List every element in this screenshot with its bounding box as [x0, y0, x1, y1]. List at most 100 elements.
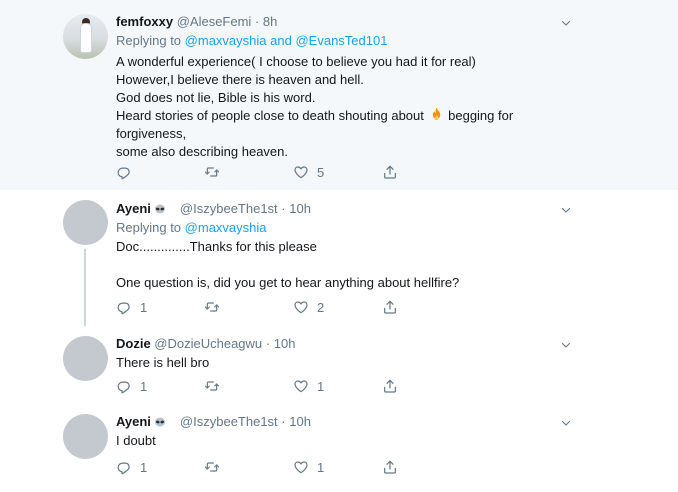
display-name[interactable]: Ayeni — [116, 414, 151, 429]
heart-icon — [293, 378, 309, 394]
tweet-line: I doubt — [116, 433, 156, 448]
separator-dot: · — [265, 336, 271, 351]
reply-count: 1 — [140, 299, 148, 315]
retweet-icon — [204, 299, 220, 315]
tweet-line: Heard stories of people close to death s… — [116, 107, 638, 125]
timestamp[interactable]: 10h — [274, 336, 296, 351]
alien-emoji-icon — [154, 204, 166, 214]
retweet-icon — [204, 459, 220, 475]
reply-icon — [116, 164, 132, 180]
tweet-line: forgiveness, — [116, 126, 187, 141]
separator-dot: · — [281, 201, 286, 216]
timestamp[interactable]: 8h — [263, 14, 277, 29]
reply-button[interactable]: 1 — [116, 298, 147, 316]
tweet-dozie[interactable]: Dozie @DozieUcheagwu · 10h There is hell… — [0, 326, 678, 406]
replying-to: Replying to @maxvayshia — [116, 219, 638, 237]
heart-icon — [293, 164, 309, 180]
avatar-figure-body — [81, 24, 91, 52]
tweet-body: femfoxxy @AleseFemi · 8h Replying to @ma… — [116, 13, 638, 161]
retweet-icon — [204, 378, 220, 394]
share-button[interactable] — [382, 458, 398, 476]
like-count: 1 — [317, 459, 325, 475]
separator-dot: · — [254, 14, 260, 29]
like-button[interactable]: 1 — [293, 458, 324, 476]
alien-emoji-icon — [154, 417, 166, 427]
thread-line — [84, 249, 86, 326]
retweet-button[interactable] — [204, 458, 228, 476]
tweet-line: However,I believe there is heaven and he… — [116, 72, 364, 87]
tweet-text: I doubt — [116, 432, 638, 450]
avatar[interactable] — [63, 200, 108, 245]
separator-dot: · — [281, 414, 286, 429]
tweet-text: A wonderful experience( I choose to beli… — [116, 53, 638, 161]
reply-button[interactable]: 1 — [116, 458, 147, 476]
like-count: 1 — [317, 378, 325, 394]
tweet-header: Ayeni @IszybeeThe1st · 10h — [116, 200, 638, 218]
tweet-ayeni-2[interactable]: Ayeni @IszybeeThe1st · 10h I doubt 1 1 — [0, 406, 678, 492]
tweet-header: femfoxxy @AleseFemi · 8h — [116, 13, 638, 31]
tweet-line: There is hell bro — [116, 355, 210, 370]
tweet-header: Dozie @DozieUcheagwu · 10h — [116, 335, 638, 353]
mention-link[interactable]: @maxvayshia — [185, 33, 267, 48]
like-count: 5 — [317, 164, 325, 180]
user-handle[interactable]: @IszybeeThe1st — [180, 414, 278, 429]
tweet-line: some also describing heaven. — [116, 144, 288, 159]
timestamp[interactable]: 10h — [289, 414, 311, 429]
like-count: 2 — [317, 299, 325, 315]
display-name[interactable]: femfoxxy — [116, 14, 173, 29]
reply-icon — [116, 299, 132, 315]
share-icon — [382, 378, 398, 394]
retweet-button[interactable] — [204, 298, 228, 316]
like-button[interactable]: 2 — [293, 298, 324, 316]
tweet-text: Doc..............Thanks for this please … — [116, 238, 638, 292]
retweet-icon — [204, 164, 220, 180]
avatar[interactable] — [63, 14, 108, 59]
user-handle[interactable]: @DozieUcheagwu — [154, 336, 262, 351]
display-name[interactable]: Ayeni — [116, 201, 151, 216]
replying-prefix: Replying to — [116, 33, 182, 48]
timestamp[interactable]: 10h — [289, 201, 311, 216]
share-icon — [382, 459, 398, 475]
display-name[interactable]: Dozie — [116, 336, 151, 351]
share-icon — [382, 164, 398, 180]
like-button[interactable]: 5 — [293, 163, 324, 181]
tweet-line: Doc..............Thanks for this please — [116, 239, 317, 254]
tweet-femfoxxy[interactable]: femfoxxy @AleseFemi · 8h Replying to @ma… — [0, 0, 678, 190]
replying-prefix: Replying to — [116, 220, 182, 235]
fire-emoji-icon — [430, 107, 443, 122]
heart-icon — [293, 459, 309, 475]
retweet-button[interactable] — [204, 163, 228, 181]
avatar[interactable] — [63, 336, 108, 381]
reply-button[interactable]: 1 — [116, 377, 147, 395]
share-icon — [382, 299, 398, 315]
reply-icon — [116, 459, 132, 475]
avatar[interactable] — [63, 414, 108, 459]
reply-count: 1 — [140, 378, 148, 394]
share-button[interactable] — [382, 298, 398, 316]
like-button[interactable]: 1 — [293, 377, 324, 395]
tweet-text: There is hell bro — [116, 354, 638, 372]
mention-link[interactable]: @maxvayshia — [185, 220, 267, 235]
replying-and[interactable]: and — [270, 33, 292, 48]
tweet-body: Ayeni @IszybeeThe1st · 10h Replying to @m… — [116, 200, 638, 292]
tweet-body: Dozie @DozieUcheagwu · 10h There is hell… — [116, 335, 638, 372]
reply-button[interactable] — [116, 163, 140, 181]
tweet-body: Ayeni @IszybeeThe1st · 10h I doubt — [116, 413, 638, 450]
share-button[interactable] — [382, 163, 398, 181]
retweet-button[interactable] — [204, 377, 228, 395]
user-handle[interactable]: @IszybeeThe1st — [180, 201, 278, 216]
tweet-line-part: Heard stories of people close to death s… — [116, 108, 424, 123]
heart-icon — [293, 299, 309, 315]
tweet-line: God does not lie, Bible is his word. — [116, 90, 316, 105]
share-button[interactable] — [382, 377, 398, 395]
replying-to: Replying to @maxvayshia and @EvansTed101 — [116, 32, 638, 50]
tweet-line-part: begging for — [448, 108, 514, 123]
tweet-line: One question is, did you get to hear any… — [116, 275, 460, 290]
tweet-line-break — [116, 256, 638, 274]
reply-icon — [116, 378, 132, 394]
tweet-header: Ayeni @IszybeeThe1st · 10h — [116, 413, 638, 431]
user-handle[interactable]: @AleseFemi — [177, 14, 252, 29]
reply-count: 1 — [140, 459, 148, 475]
tweet-ayeni-1[interactable]: Ayeni @IszybeeThe1st · 10h Replying to @m… — [0, 190, 678, 326]
mention-link[interactable]: @EvansTed101 — [295, 33, 387, 48]
